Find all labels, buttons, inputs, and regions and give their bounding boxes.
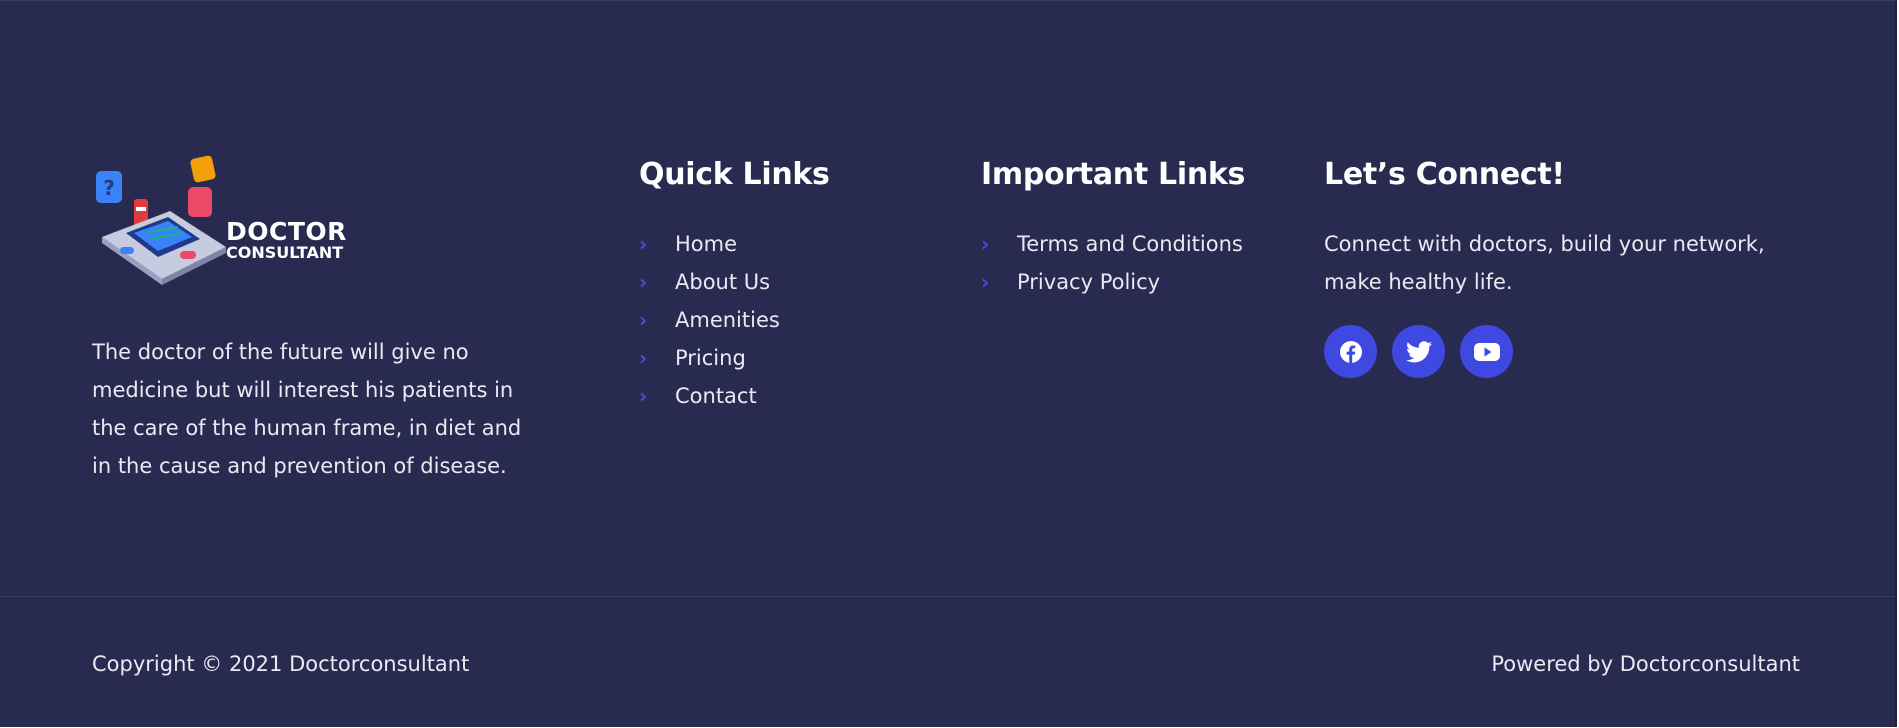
connect-text: Connect with doctors, build your network… bbox=[1324, 232, 1765, 294]
logo[interactable]: ? DOCTOR CONSULTANT bbox=[92, 155, 362, 291]
facebook-button[interactable] bbox=[1324, 325, 1377, 378]
footer-divider bbox=[0, 596, 1895, 597]
logo-line2: CONSULTANT bbox=[226, 243, 344, 262]
facebook-icon bbox=[1339, 340, 1362, 363]
chevron-right-icon: › bbox=[981, 270, 990, 294]
quick-link-about-us[interactable]: › About Us bbox=[639, 263, 830, 301]
youtube-icon bbox=[1473, 342, 1500, 361]
quick-link-contact[interactable]: › Contact bbox=[639, 377, 830, 415]
link-label[interactable]: Home bbox=[675, 225, 737, 263]
quick-links-list: › Home › About Us › Amenities › Pricing › Con… bbox=[639, 225, 830, 415]
social-links bbox=[1324, 325, 1784, 378]
logo-line1: DOCTOR bbox=[226, 217, 347, 246]
quick-link-pricing[interactable]: › Pricing bbox=[639, 339, 830, 377]
link-label[interactable]: Contact bbox=[675, 377, 757, 415]
connect-column: Let’s Connect! Connect with doctors, bui… bbox=[1324, 155, 1784, 378]
powered-by-text: Powered by Doctorconsultant bbox=[1491, 652, 1800, 676]
chevron-right-icon: › bbox=[981, 232, 990, 256]
svg-text:?: ? bbox=[103, 176, 115, 200]
youtube-button[interactable] bbox=[1460, 325, 1513, 378]
link-label[interactable]: Amenities bbox=[675, 301, 780, 339]
chevron-right-icon: › bbox=[639, 270, 648, 294]
connect-title: Let’s Connect! bbox=[1324, 157, 1565, 192]
important-links-title: Important Links bbox=[981, 157, 1246, 192]
quick-link-amenities[interactable]: › Amenities bbox=[639, 301, 830, 339]
site-footer: ? DOCTOR CONSULTANT The doctor of the fu… bbox=[0, 0, 1897, 727]
chevron-right-icon: › bbox=[639, 384, 648, 408]
twitter-icon bbox=[1405, 340, 1432, 362]
link-label[interactable]: Pricing bbox=[675, 339, 746, 377]
link-label[interactable]: Privacy Policy bbox=[1017, 263, 1160, 301]
important-links-column: Important Links › Terms and Conditions › P… bbox=[981, 155, 1245, 301]
chevron-right-icon: › bbox=[639, 232, 648, 256]
link-label[interactable]: Terms and Conditions bbox=[1017, 225, 1243, 263]
chevron-right-icon: › bbox=[639, 308, 648, 332]
twitter-button[interactable] bbox=[1392, 325, 1445, 378]
brand-column: ? DOCTOR CONSULTANT The doctor of the fu… bbox=[92, 155, 532, 506]
link-label[interactable]: About Us bbox=[675, 263, 770, 301]
chevron-right-icon: › bbox=[639, 346, 648, 370]
quick-link-home[interactable]: › Home bbox=[639, 225, 830, 263]
logo-text: DOCTOR CONSULTANT bbox=[226, 219, 347, 261]
quick-links-column: Quick Links › Home › About Us › Amenities ›… bbox=[639, 155, 830, 415]
important-link-terms[interactable]: › Terms and Conditions bbox=[981, 225, 1245, 263]
quick-links-title: Quick Links bbox=[639, 157, 830, 192]
important-links-list: › Terms and Conditions › Privacy Policy bbox=[981, 225, 1245, 301]
copyright-text: Copyright © 2021 Doctorconsultant bbox=[92, 652, 470, 676]
brand-description: The doctor of the future will give no me… bbox=[92, 340, 522, 478]
important-link-privacy[interactable]: › Privacy Policy bbox=[981, 263, 1245, 301]
